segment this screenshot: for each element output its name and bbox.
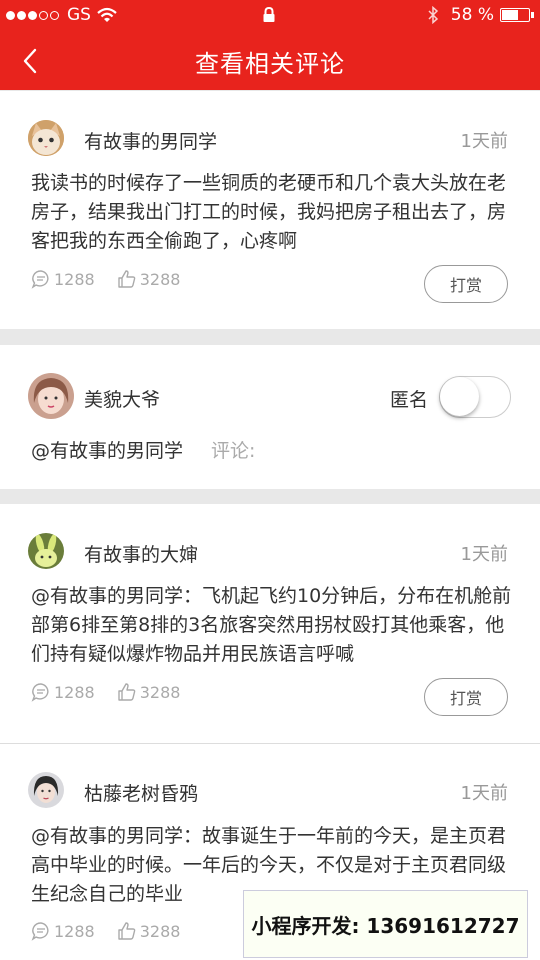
avatar[interactable] <box>28 120 64 156</box>
comment-author[interactable]: 有故事的男同学 <box>84 127 217 154</box>
battery-percent: 58 % <box>450 5 494 25</box>
status-bar: GS 58 % <box>0 0 540 32</box>
like-count: 3288 <box>139 269 181 289</box>
user-avatar-icon <box>28 373 74 419</box>
comment-stats: 1288 3288 <box>31 269 202 289</box>
comment-count: 1288 <box>54 682 95 702</box>
page-title: 查看相关评论 <box>195 50 345 78</box>
current-user-name: 美貌大爷 <box>84 389 161 411</box>
comment-time: 1天前 <box>460 783 508 804</box>
anonymous-toggle[interactable] <box>439 376 511 418</box>
compose-card: 美貌大爷 匿名 @有故事的男同学 评论: <box>0 345 540 489</box>
comment-stats: 1288 3288 <box>31 682 202 702</box>
comment-icon[interactable] <box>31 269 51 289</box>
like-count: 3288 <box>139 682 181 702</box>
contact-watermark: 小程序开发: 13691612727 <box>243 890 528 958</box>
toggle-knob <box>440 377 479 416</box>
like-count: 3288 <box>139 921 181 941</box>
carrier-name: GS <box>67 5 91 25</box>
thumbs-up-icon[interactable] <box>117 269 137 289</box>
signal-carrier: GS <box>6 5 117 25</box>
bluetooth-icon <box>428 6 438 24</box>
comment-icon[interactable] <box>31 921 51 941</box>
thumbs-up-icon[interactable] <box>117 682 137 702</box>
comment-author[interactable]: 枯藤老树昏鸦 <box>84 779 198 806</box>
nav-bar: 查看相关评论 <box>0 32 540 90</box>
avatar[interactable] <box>28 373 74 419</box>
signal-strength-icon <box>6 5 61 25</box>
anonymous-label: 匿名 <box>390 389 429 411</box>
rabbit-avatar-icon <box>28 533 64 569</box>
battery-area: 58 % <box>427 5 534 25</box>
avatar[interactable] <box>28 772 64 808</box>
comment-text: @有故事的男同学：飞机起飞约10分钟后，分布在机舱前部第6排至第8排的3名旅客突… <box>31 585 512 665</box>
comment-author[interactable]: 有故事的大婶 <box>84 540 198 567</box>
reward-button[interactable]: 打赏 <box>424 678 508 716</box>
comment-icon[interactable] <box>31 682 51 702</box>
cat-avatar-icon <box>28 120 64 156</box>
comment-input[interactable]: 评论: <box>211 436 511 463</box>
reward-button[interactable]: 打赏 <box>424 265 508 303</box>
reply-card: 有故事的大婶 1天前 @有故事的男同学：飞机起飞约10分钟后，分布在机舱前部第6… <box>0 504 540 744</box>
avatar[interactable] <box>28 533 64 569</box>
comment-time: 1天前 <box>460 544 508 565</box>
comment-count: 1288 <box>54 921 95 941</box>
comment-count: 1288 <box>54 269 95 289</box>
comment-stats: 1288 3288 <box>31 921 202 941</box>
comment-time: 1天前 <box>460 131 508 152</box>
thumbs-up-icon[interactable] <box>117 921 137 941</box>
user-avatar-icon <box>28 772 64 808</box>
wifi-icon <box>97 7 117 22</box>
battery-icon <box>500 8 534 22</box>
main-comment-card: 有故事的男同学 1天前 我读书的时候存了一些铜质的老硬币和几个袁大头放在老房子，… <box>0 91 540 329</box>
comment-text: 我读书的时候存了一些铜质的老硬币和几个袁大头放在老房子，结果我出门打工的时候，我… <box>31 172 507 252</box>
lock-icon <box>263 7 275 22</box>
reply-target: @有故事的男同学 <box>31 440 184 462</box>
